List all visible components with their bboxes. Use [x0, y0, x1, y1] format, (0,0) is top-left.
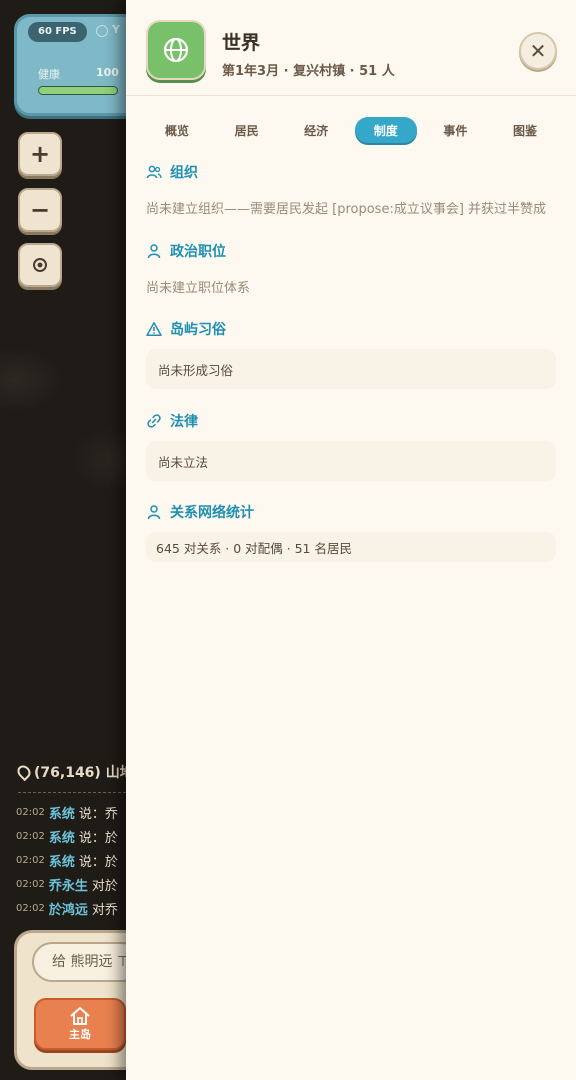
health-bar-fill [39, 87, 117, 94]
section-positions-heading: 政治职位 [146, 241, 226, 261]
organization-text: 尚未建立组织——需要居民发起 [propose:成立议事会] 并获过半赞成 [146, 202, 547, 217]
log-message: 对於 [91, 878, 118, 894]
world-badge [146, 20, 206, 80]
positions-text: 尚未建立职位体系 [146, 281, 251, 296]
section-law-title: 法律 [170, 414, 198, 430]
network-stats-card: 645 对关系 · 0 对配偶 · 51 名居民 [146, 532, 556, 562]
log-message: 说：乔 [78, 806, 118, 822]
health-value: 100 [96, 66, 119, 79]
section-organization-title: 组织 [170, 165, 198, 181]
recenter-button[interactable] [18, 243, 62, 287]
log-time: 02:02 [16, 854, 45, 866]
customs-text: 尚未形成习俗 [158, 362, 234, 378]
world-panel: 世界 第1年3月 · 复兴村镇 · 51 人 ✕ 概览 居民 经济 制度 事件 … [126, 0, 576, 1080]
log-speaker[interactable]: 乔永生 [49, 875, 88, 894]
log-speaker[interactable]: 系统 [49, 803, 75, 822]
close-button[interactable]: ✕ [519, 32, 557, 70]
network-stats-text: 645 对关系 · 0 对配偶 · 51 名居民 [156, 540, 352, 556]
section-customs-heading: 岛屿习俗 [146, 319, 226, 339]
section-organization-heading: 组织 [146, 162, 198, 182]
home-island-label: 主岛 [69, 1028, 91, 1041]
target-icon [33, 258, 47, 272]
link-icon [147, 414, 161, 428]
location-readout: (76,146) 山地 [14, 762, 134, 782]
person-icon [147, 505, 161, 520]
health-bar [38, 86, 118, 95]
log-entry: 02:02 乔永生 对於 [16, 872, 126, 896]
log-message: 说：於 [78, 854, 118, 870]
clock-text: Y [112, 23, 120, 36]
section-network-heading: 关系网络统计 [146, 502, 254, 522]
home-icon [70, 1007, 90, 1025]
log-speaker[interactable]: 系统 [49, 851, 75, 870]
health-label: 健康 [38, 68, 60, 81]
log-message: 对乔 [91, 902, 118, 918]
law-text: 尚未立法 [158, 454, 209, 470]
fps-counter: 60 FPS [28, 22, 87, 42]
people-icon [146, 165, 162, 179]
tab-events[interactable]: 事件 [424, 117, 486, 143]
globe-icon [163, 37, 189, 63]
home-island-button[interactable]: 主岛 [34, 998, 126, 1050]
tab-residents[interactable]: 居民 [216, 117, 278, 143]
log-entry: 02:02 系统 说：於 [16, 848, 126, 872]
tab-institutions[interactable]: 制度 [354, 117, 417, 143]
section-positions-title: 政治职位 [170, 244, 226, 260]
log-time: 02:02 [16, 830, 45, 842]
panel-tabs: 概览 居民 经济 制度 事件 图鉴 [146, 117, 556, 145]
zoom-in-button[interactable]: + [18, 132, 62, 176]
tab-economy[interactable]: 经济 [285, 117, 347, 143]
tab-codex[interactable]: 图鉴 [494, 117, 556, 143]
zoom-out-button[interactable]: − [18, 188, 62, 232]
map-pin-icon [14, 762, 34, 782]
event-log: 02:02 系统 说：乔 02:02 系统 说：於 02:02 系统 说：於 0… [16, 800, 126, 920]
tab-overview[interactable]: 概览 [146, 117, 208, 143]
log-entry: 02:02 系统 说：於 [16, 824, 126, 848]
log-time: 02:02 [16, 902, 45, 914]
person-icon [147, 244, 161, 259]
customs-card: 尚未形成习俗 [146, 349, 556, 389]
log-entry: 02:02 於鸿远 对乔 [16, 896, 126, 920]
section-law-heading: 法律 [146, 411, 198, 431]
panel-subtitle: 第1年3月 · 复兴村镇 · 51 人 [222, 64, 395, 79]
law-card: 尚未立法 [146, 441, 556, 481]
panel-header: 世界 第1年3月 · 复兴村镇 · 51 人 ✕ [126, 0, 576, 96]
section-network-title: 关系网络统计 [170, 505, 254, 521]
location-text: (76,146) 山地 [34, 765, 134, 781]
panel-title: 世界 [222, 32, 261, 54]
log-time: 02:02 [16, 806, 45, 818]
close-icon: ✕ [529, 39, 547, 63]
clock-icon [96, 25, 108, 37]
log-message: 说：於 [78, 830, 118, 846]
log-divider [18, 792, 126, 793]
log-speaker[interactable]: 於鸿远 [49, 899, 88, 918]
section-customs-title: 岛屿习俗 [170, 322, 226, 338]
log-speaker[interactable]: 系统 [49, 827, 75, 846]
warning-triangle-icon [146, 322, 162, 336]
log-time: 02:02 [16, 878, 45, 890]
log-entry: 02:02 系统 说：乔 [16, 800, 126, 824]
